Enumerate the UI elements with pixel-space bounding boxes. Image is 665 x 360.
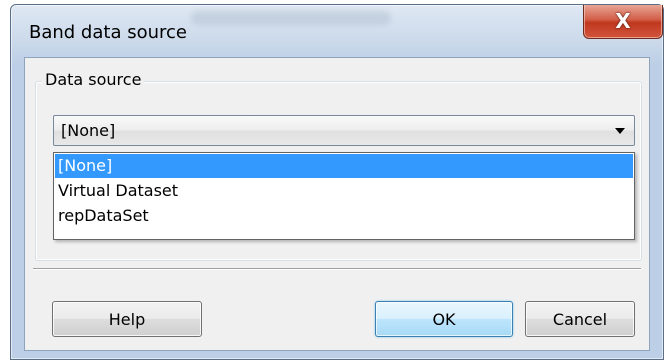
combobox-selected-value: [None] xyxy=(61,121,116,140)
title-bar[interactable]: Band data source X xyxy=(11,5,663,55)
dropdown-option-virtual-dataset[interactable]: Virtual Dataset xyxy=(55,179,633,203)
window-title: Band data source xyxy=(29,22,187,43)
dialog-client-area: Data source [None] [None] Virtual Datase… xyxy=(24,57,650,351)
data-source-dropdown-list: [None] Virtual Dataset repDataSet xyxy=(53,152,635,240)
separator-line xyxy=(33,268,641,270)
help-button[interactable]: Help xyxy=(52,301,202,337)
dialog-window: Band data source X Data source [None] [N… xyxy=(10,4,664,360)
close-icon: X xyxy=(615,9,631,33)
dropdown-option-none[interactable]: [None] xyxy=(55,154,633,178)
screen: Band data source X Data source [None] [N… xyxy=(0,0,665,360)
dropdown-option-repdataset[interactable]: repDataSet xyxy=(55,204,633,228)
close-button[interactable]: X xyxy=(583,5,663,39)
data-source-combobox[interactable]: [None] xyxy=(53,115,635,146)
chevron-down-icon[interactable] xyxy=(615,128,625,134)
background-blur xyxy=(191,11,391,25)
ok-button[interactable]: OK xyxy=(375,301,513,337)
data-source-label: Data source xyxy=(42,70,145,89)
cancel-button[interactable]: Cancel xyxy=(525,301,635,337)
